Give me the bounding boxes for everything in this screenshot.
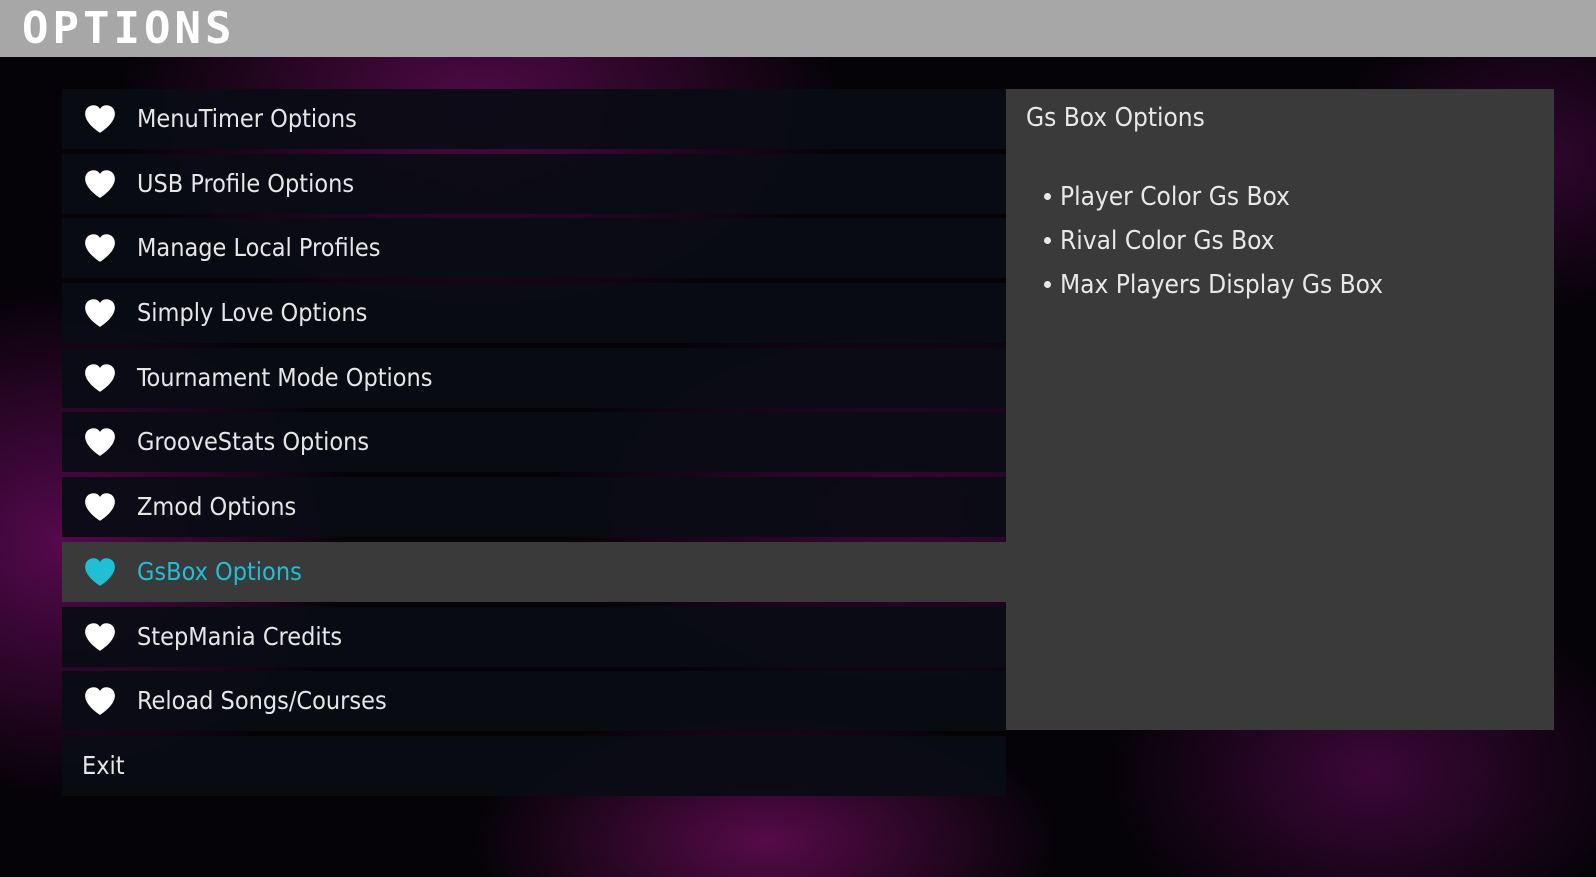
heart-icon xyxy=(85,234,115,263)
panel-list-item: Rival Color Gs Box xyxy=(1044,219,1383,263)
heart-icon xyxy=(85,622,115,651)
exit-label: Exit xyxy=(82,750,125,780)
menu-item-label: GsBox Options xyxy=(137,556,302,586)
bullet-icon xyxy=(1044,237,1051,244)
menu-item-stepmania-credits[interactable]: StepMania Credits xyxy=(62,606,1006,667)
heart-icon xyxy=(85,687,115,715)
menu-item-label: Tournament Mode Options xyxy=(137,362,433,392)
menu-item-label: GrooveStats Options xyxy=(137,427,370,457)
menu-item-label: Reload Songs/Courses xyxy=(137,686,387,716)
panel-item-list: Player Color Gs Box Rival Color Gs Box M… xyxy=(1044,175,1383,307)
title-bar: OPTIONS xyxy=(0,0,1596,57)
panel-list-item: Max Players Display Gs Box xyxy=(1044,263,1383,307)
menu-item-gsbox-options[interactable]: GsBox Options xyxy=(62,541,1006,602)
menu-item-usb-profile-options[interactable]: USB Profile Options xyxy=(62,153,1006,214)
heart-icon xyxy=(85,299,115,327)
heart-icon xyxy=(85,558,115,586)
menu-item-label: USB Profile Options xyxy=(137,168,355,198)
menu-item-groovestats-options[interactable]: GrooveStats Options xyxy=(62,412,1006,473)
heart-icon xyxy=(85,105,115,133)
menu-item-label: Simply Love Options xyxy=(137,298,368,328)
bullet-icon xyxy=(1044,193,1051,200)
panel-title: Gs Box Options xyxy=(1026,103,1205,133)
menu-item-label: Manage Local Profiles xyxy=(137,233,381,263)
panel-list-item-text: Rival Color Gs Box xyxy=(1060,226,1275,256)
menu-item-label: MenuTimer Options xyxy=(137,104,357,133)
page-title: OPTIONS xyxy=(22,3,236,54)
menu-item-label: Zmod Options xyxy=(137,492,297,522)
menu-item-tournament-mode-options[interactable]: Tournament Mode Options xyxy=(62,347,1006,408)
menu-item-menutimer-options[interactable]: MenuTimer Options xyxy=(62,89,1006,149)
heart-icon xyxy=(85,363,115,392)
menu-item-reload-songs-courses[interactable]: Reload Songs/Courses xyxy=(62,671,1006,732)
menu-item-label: StepMania Credits xyxy=(137,621,343,651)
heart-icon xyxy=(85,493,115,521)
menu-item-simply-love-options[interactable]: Simply Love Options xyxy=(62,283,1006,344)
menu-item-exit[interactable]: Exit xyxy=(62,735,1006,796)
panel-list-item-text: Max Players Display Gs Box xyxy=(1060,270,1383,300)
panel-list-item-text: Player Color Gs Box xyxy=(1060,182,1290,212)
bullet-icon xyxy=(1044,281,1051,288)
panel-list-item: Player Color Gs Box xyxy=(1044,175,1383,219)
menu-item-zmod-options[interactable]: Zmod Options xyxy=(62,477,1006,538)
heart-icon xyxy=(85,428,115,457)
heart-icon xyxy=(85,169,115,198)
options-menu: MenuTimer Options USB Profile Options Ma… xyxy=(62,89,1006,801)
menu-item-manage-local-profiles[interactable]: Manage Local Profiles xyxy=(62,218,1006,279)
description-panel: Gs Box Options Player Color Gs Box Rival… xyxy=(1006,89,1554,730)
